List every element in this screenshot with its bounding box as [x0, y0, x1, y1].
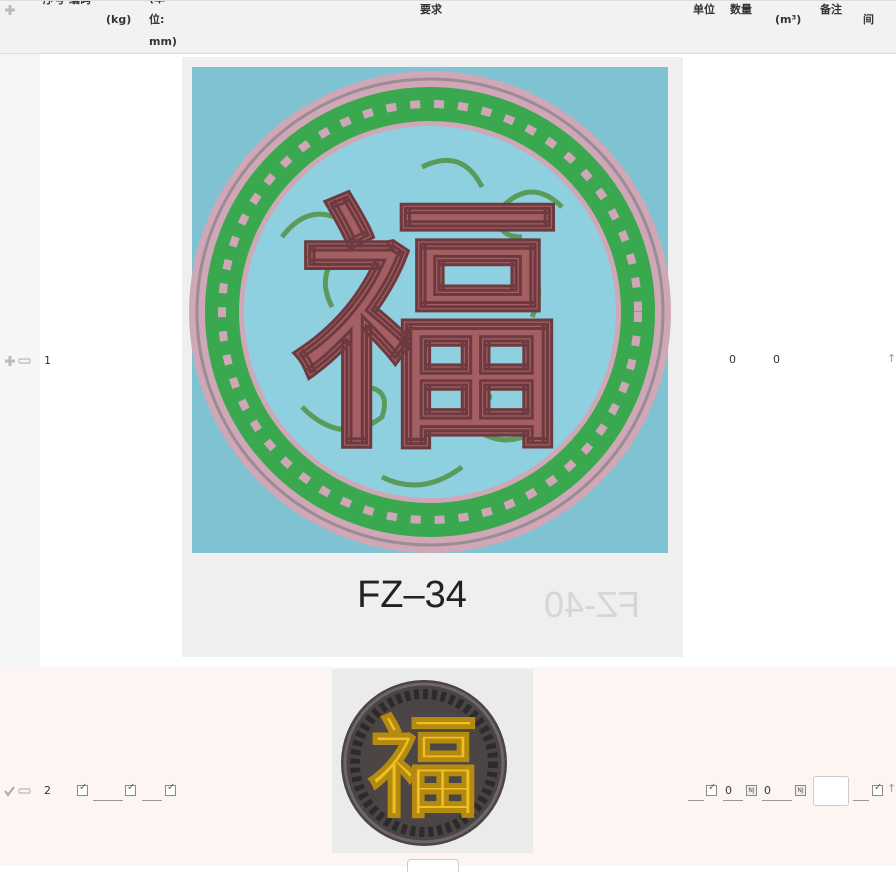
product-image: 福 FZ–34 FZ-40: [182, 57, 683, 657]
header-requirement: 要求: [420, 3, 442, 16]
unit-field[interactable]: [688, 800, 704, 801]
qty-value[interactable]: 0: [764, 784, 771, 797]
plus-icon[interactable]: [5, 356, 15, 366]
sort-arrow-icon[interactable]: ↑: [887, 352, 896, 365]
svg-text:福: 福: [291, 168, 565, 486]
image-caption-ghost: FZ-40: [544, 584, 640, 625]
header-note: 备注: [820, 3, 842, 16]
weight-field[interactable]: [93, 800, 123, 801]
header-weight: (kg): [106, 13, 132, 26]
header-size-unit-3: mm): [149, 35, 177, 48]
row-actions: [4, 786, 31, 797]
numeric-icon[interactable]: NJ: [795, 785, 806, 796]
weight-checkbox[interactable]: [125, 782, 136, 796]
row-actions: [5, 356, 31, 366]
unit-value[interactable]: 0: [725, 784, 732, 797]
row-index: 1: [44, 354, 51, 367]
code-checkbox[interactable]: [77, 782, 88, 796]
product-image: 福: [332, 669, 533, 853]
time-field[interactable]: [853, 800, 869, 801]
check-icon[interactable]: [4, 786, 15, 797]
header-volume: (m³): [775, 13, 802, 26]
header-qty: 数量: [730, 3, 752, 16]
row-index: 2: [44, 784, 51, 797]
qty-value: 0: [773, 353, 780, 366]
numeric-icon[interactable]: NJ: [746, 785, 757, 796]
size-field[interactable]: [142, 800, 162, 801]
note-input[interactable]: [813, 776, 849, 806]
svg-text:福: 福: [368, 704, 479, 833]
unit-value: 0: [729, 353, 736, 366]
plus-icon[interactable]: [4, 4, 16, 16]
header-size-unit-2: 位:: [149, 13, 165, 26]
sort-arrow-icon[interactable]: ↑: [887, 782, 896, 795]
size-checkbox[interactable]: [165, 782, 176, 796]
header-unit: 单位: [693, 3, 715, 16]
unit-input[interactable]: [723, 800, 743, 801]
fu-plaque-image: 福: [332, 669, 533, 853]
header-time: 间: [863, 13, 874, 26]
minus-icon[interactable]: [18, 788, 31, 794]
fu-plaque-image: 福 FZ–34 FZ-40: [189, 67, 671, 625]
header-seq: 序号: [43, 1, 65, 11]
time-checkbox[interactable]: [872, 782, 883, 796]
table-header: 序号 编码 (kg) (单 位: mm) 要求 单位 数量 (m³) 备注 间: [0, 0, 896, 54]
qty-input[interactable]: [762, 800, 792, 801]
unit-checkbox[interactable]: [706, 782, 717, 796]
image-caption: FZ–34: [357, 574, 467, 616]
header-code: 编码: [69, 1, 91, 11]
minus-icon[interactable]: [18, 358, 31, 364]
